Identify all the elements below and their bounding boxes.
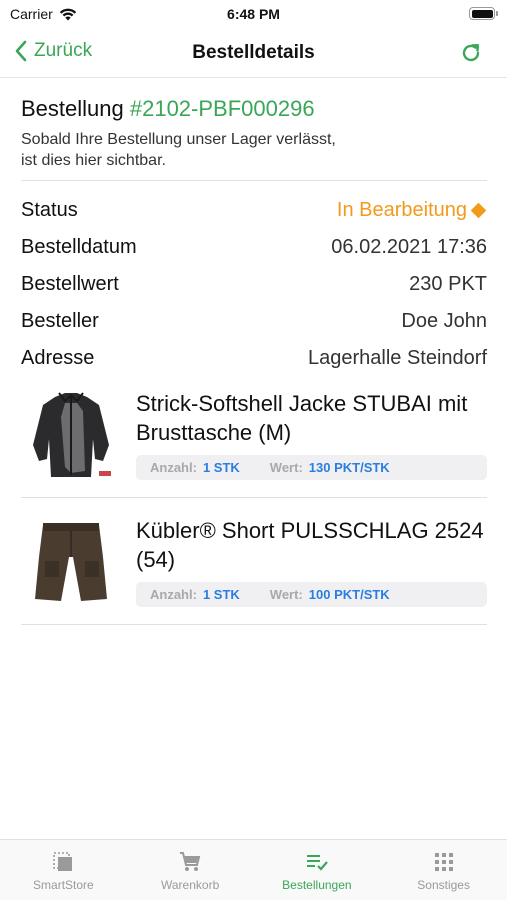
detail-label: Status xyxy=(21,199,78,221)
orders-icon xyxy=(306,855,328,871)
tab-smartstore[interactable]: SmartStore xyxy=(0,840,127,900)
tab-sonstiges[interactable]: Sonstiges xyxy=(380,840,507,900)
tab-label: Sonstiges xyxy=(417,878,470,892)
product-meta: Anzahl: 1 STK Wert: 130 PKT/STK xyxy=(136,455,487,480)
detail-label: Adresse xyxy=(21,347,95,369)
price-label: Wert: xyxy=(269,587,303,602)
status-bar: Carrier 6:48 PM xyxy=(0,0,507,30)
product-item[interactable]: Kübler® Short PULSSCHLAG 2524 (54) Anzah… xyxy=(21,498,487,625)
jacket-icon xyxy=(33,392,111,477)
tab-bestellungen[interactable]: Bestellungen xyxy=(254,840,381,900)
status-badge: In Bearbeitung xyxy=(337,199,487,222)
status-value: In Bearbeitung xyxy=(336,199,467,221)
store-icon xyxy=(53,852,73,871)
quantity-value: 1 STK xyxy=(202,460,240,475)
order-note: Sobald Ihre Bestellung unser Lager verlä… xyxy=(21,131,336,169)
tab-label: SmartStore xyxy=(33,878,94,892)
detail-value: 06.02.2021 17:36 xyxy=(331,236,487,258)
price-value: 130 PKT/STK xyxy=(308,460,390,475)
detail-row-order-value: Bestellwert 230 PKT xyxy=(21,266,487,303)
cart-icon xyxy=(180,852,201,871)
divider xyxy=(21,180,487,181)
product-name: Strick-Softshell Jacke STUBAI mit Brustt… xyxy=(136,391,468,445)
navigation-bar: Zurück Bestelldetails xyxy=(0,30,507,78)
chevron-left-icon xyxy=(15,40,27,62)
detail-value: 230 PKT xyxy=(409,273,487,295)
order-heading: Bestellung #2102-PBF000296 xyxy=(21,96,487,122)
quantity-value: 1 STK xyxy=(202,587,240,602)
detail-value: Doe John xyxy=(401,310,487,332)
product-meta: Anzahl: 1 STK Wert: 100 PKT/STK xyxy=(136,582,487,607)
detail-row-address: Adresse Lagerhalle Steindorf xyxy=(21,340,487,377)
product-name: Kübler® Short PULSSCHLAG 2524 (54) xyxy=(136,518,484,572)
detail-label: Bestelldatum xyxy=(21,236,137,258)
product-image-shorts xyxy=(21,514,121,610)
detail-row-status: Status In Bearbeitung xyxy=(21,192,487,229)
back-button[interactable]: Zurück xyxy=(14,40,92,62)
back-label: Zurück xyxy=(34,40,93,61)
quantity-label: Anzahl: xyxy=(150,587,197,602)
product-list: Strick-Softshell Jacke STUBAI mit Brustt… xyxy=(21,387,487,625)
status-diamond-icon xyxy=(470,202,487,219)
shorts-icon xyxy=(35,523,107,601)
detail-label: Bestellwert xyxy=(21,273,119,295)
battery-icon xyxy=(469,7,498,20)
detail-row-order-date: Bestelldatum 06.02.2021 17:36 xyxy=(21,229,487,266)
product-item[interactable]: Strick-Softshell Jacke STUBAI mit Brustt… xyxy=(21,387,487,498)
grid-icon xyxy=(434,853,453,871)
tab-warenkorb[interactable]: Warenkorb xyxy=(127,840,254,900)
order-details-list: Status In Bearbeitung Bestelldatum 06.02… xyxy=(21,192,487,377)
tab-label: Warenkorb xyxy=(161,878,220,892)
product-info: Kübler® Short PULSSCHLAG 2524 (54) Anzah… xyxy=(136,514,487,610)
price-label: Wert: xyxy=(269,460,303,475)
price-value: 100 PKT/STK xyxy=(308,587,390,602)
detail-row-orderer: Besteller Doe John xyxy=(21,303,487,340)
product-info: Strick-Softshell Jacke STUBAI mit Brustt… xyxy=(136,387,487,483)
status-time: 6:48 PM xyxy=(227,6,280,22)
order-number: #2102-PBF000296 xyxy=(129,96,315,121)
order-heading-prefix: Bestellung xyxy=(21,96,130,121)
tab-label: Bestellungen xyxy=(282,878,352,892)
detail-label: Besteller xyxy=(21,310,99,332)
tab-bar: SmartStore Warenkorb Bestellungen Sonsti… xyxy=(0,839,507,900)
order-details-content: Bestellung #2102-PBF000296 Sobald Ihre B… xyxy=(21,79,487,625)
quantity-label: Anzahl: xyxy=(150,460,197,475)
product-image-jacket xyxy=(21,387,121,483)
refresh-icon[interactable] xyxy=(459,41,483,65)
detail-value: Lagerhalle Steindorf xyxy=(307,347,487,369)
